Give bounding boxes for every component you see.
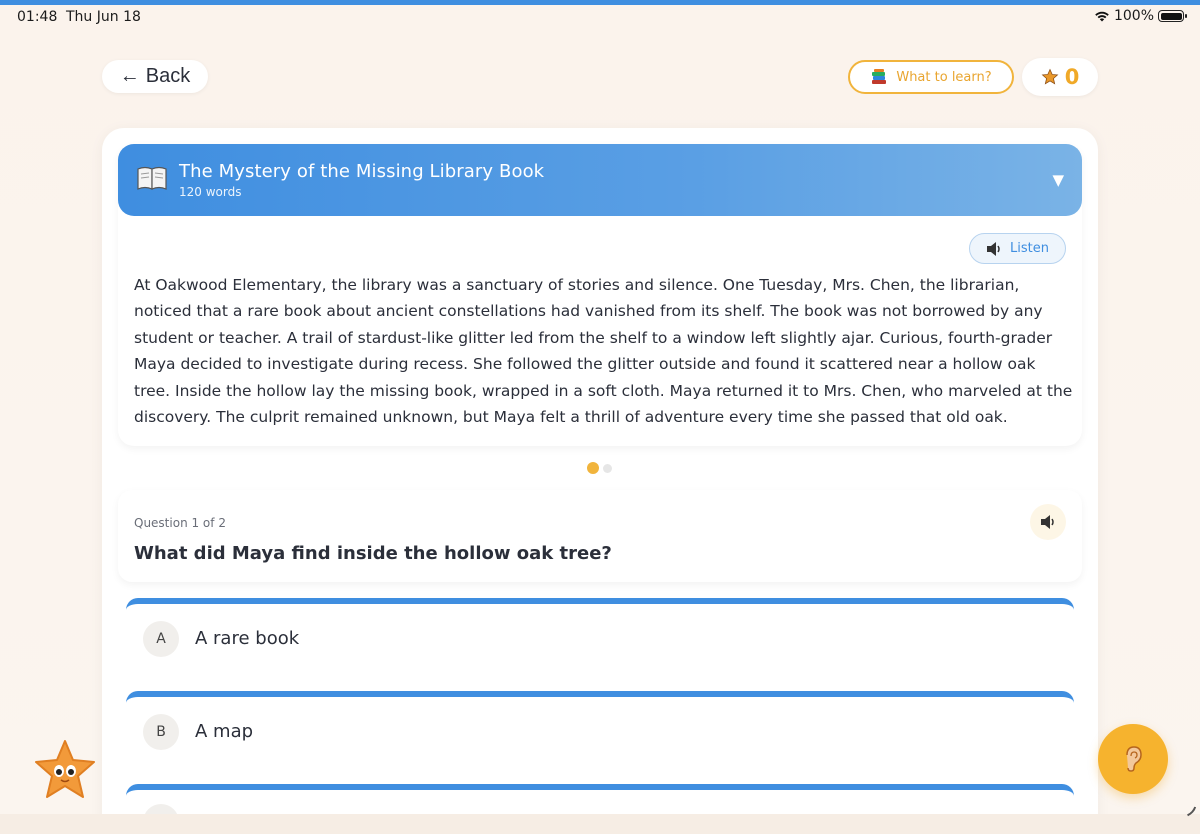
story-title: The Mystery of the Missing Library Book — [179, 161, 545, 182]
books-icon — [872, 69, 887, 84]
status-date: Thu Jun 18 — [66, 9, 141, 25]
listen-label: Listen — [1010, 241, 1049, 256]
page-dot-active[interactable] — [587, 462, 599, 474]
back-arrow-icon: ← — [119, 65, 140, 87]
battery-percent: 100% — [1113, 8, 1154, 24]
status-indicators: 100% — [1094, 8, 1187, 24]
wifi-icon — [1095, 11, 1109, 22]
ear-icon — [1126, 746, 1142, 772]
question-panel: Question 1 of 2 What did Maya find insid… — [118, 490, 1082, 582]
page-indicator — [587, 462, 612, 474]
question-text: What did Maya find inside the hollow oak… — [134, 543, 612, 564]
bottom-strip — [0, 814, 1200, 834]
answer-option-b[interactable]: B A map — [126, 691, 1074, 781]
question-audio-button[interactable] — [1030, 504, 1066, 540]
star-icon — [1041, 68, 1059, 85]
star-mascot-icon[interactable] — [32, 738, 98, 802]
story-panel: The Mystery of the Missing Library Book … — [118, 144, 1082, 446]
ear-audio-button[interactable] — [1098, 724, 1168, 794]
story-word-count: 120 words — [179, 185, 242, 199]
story-header[interactable]: The Mystery of the Missing Library Book … — [118, 144, 1082, 216]
speaker-icon — [987, 241, 1000, 256]
reading-card: The Mystery of the Missing Library Book … — [102, 128, 1098, 834]
option-label: A rare book — [195, 628, 300, 649]
status-bar: 01:48 Thu Jun 18 100% — [0, 5, 1200, 29]
what-to-learn-label: What to learn? — [896, 69, 992, 85]
option-letter: A — [143, 621, 179, 657]
question-number: Question 1 of 2 — [134, 516, 226, 530]
answer-option-a[interactable]: A A rare book — [126, 598, 1074, 688]
speaker-icon — [1041, 515, 1054, 529]
option-label: A map — [195, 721, 254, 742]
open-book-icon — [137, 166, 167, 190]
back-button[interactable]: ← Back — [102, 60, 208, 93]
star-count: 0 — [1064, 65, 1080, 89]
listen-button[interactable]: Listen — [969, 233, 1066, 264]
page-dot[interactable] — [603, 464, 612, 473]
collapse-triangle-icon[interactable]: ▼ — [1052, 171, 1064, 189]
back-label: Back — [145, 65, 191, 87]
battery-icon — [1158, 10, 1187, 22]
what-to-learn-button[interactable]: What to learn? — [848, 60, 1014, 94]
option-letter: B — [143, 714, 179, 750]
star-counter[interactable]: 0 — [1022, 58, 1098, 96]
story-text: At Oakwood Elementary, the library was a… — [134, 276, 1073, 427]
status-time: 01:48 — [17, 9, 58, 25]
